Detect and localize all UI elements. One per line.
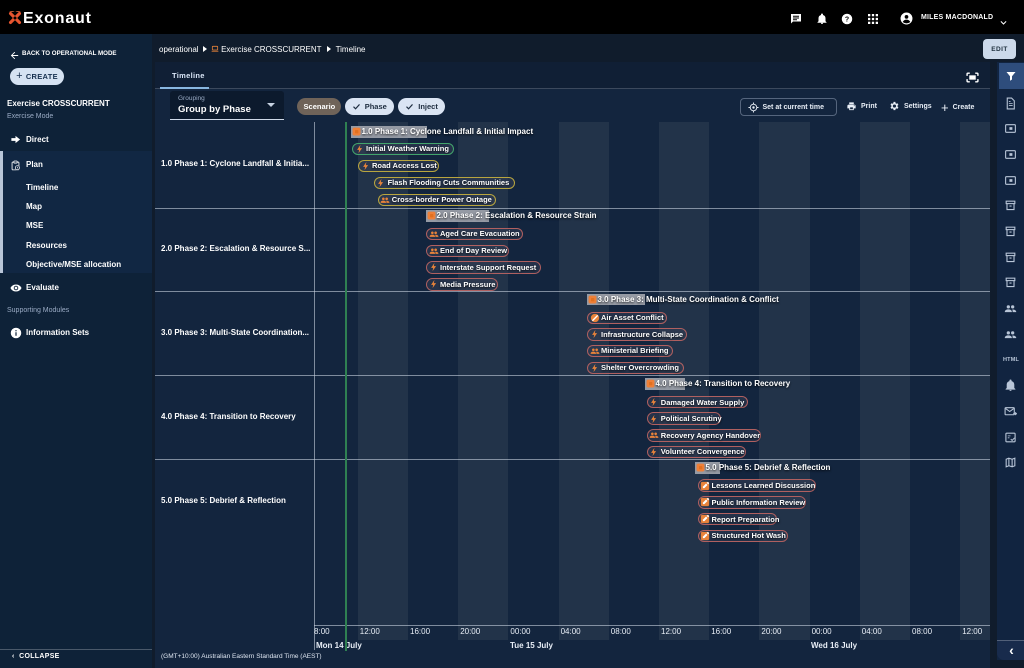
svg-text:?: ? [845, 16, 849, 23]
